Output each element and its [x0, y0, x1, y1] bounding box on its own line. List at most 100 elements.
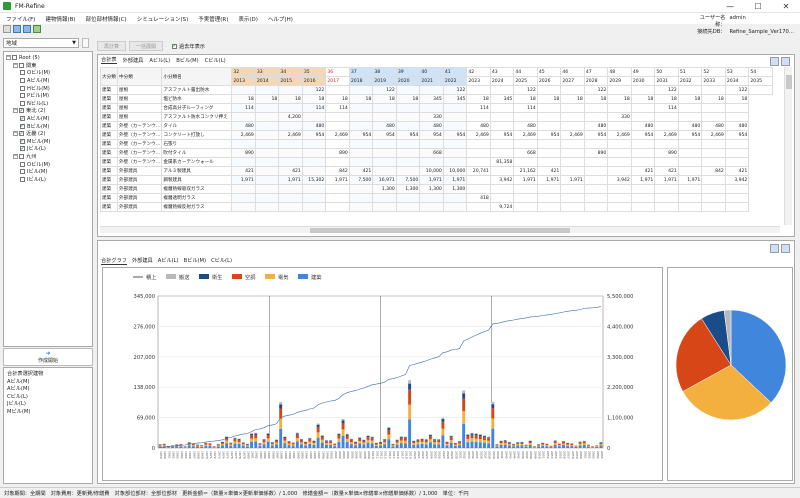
table-cell[interactable]: 330 [419, 112, 444, 122]
table-row[interactable]: 建築 外部建具 鋼製建具 1,971 1,971 15,302 1,971 7,500 16,9… [100, 175, 773, 185]
table-cell[interactable]: 18 [677, 94, 703, 104]
tree-node[interactable]: Pビル(M) [6, 92, 90, 100]
table-cell[interactable]: 122 [583, 85, 609, 95]
tree-node[interactable]: Iビル(M) [6, 168, 90, 176]
table-cell[interactable] [654, 193, 679, 203]
table-cell[interactable] [395, 148, 421, 158]
table-cell[interactable] [301, 202, 327, 212]
table-cell[interactable]: 10,000 [419, 166, 444, 176]
table-cell[interactable] [701, 85, 726, 95]
tree-node[interactable]: Oビル(M) [6, 160, 90, 168]
table-cell[interactable] [513, 193, 538, 203]
table-cell[interactable]: 890 [654, 148, 679, 158]
table-row[interactable]: 建築 外壁（カーテンウ… 石張り [100, 139, 773, 149]
table-cell[interactable] [231, 184, 256, 194]
table-cell[interactable] [583, 103, 609, 113]
table-cell[interactable] [677, 157, 703, 167]
table-cell[interactable] [654, 139, 679, 149]
table-cell[interactable] [395, 166, 421, 176]
grid-settings-icon[interactable] [770, 57, 779, 66]
table-cell[interactable]: 2,469 [607, 130, 632, 140]
table-cell[interactable]: 418 [466, 193, 491, 203]
checkbox-icon[interactable] [20, 70, 25, 76]
table-cell[interactable]: 954 [489, 130, 515, 140]
table-cell[interactable] [301, 157, 327, 167]
table-cell[interactable]: 18 [724, 94, 750, 104]
table-cell[interactable]: 1,971 [677, 175, 703, 185]
table-cell[interactable] [560, 112, 585, 122]
table-cell[interactable]: 18 [513, 94, 538, 104]
table-cell[interactable] [489, 148, 515, 158]
table-cell[interactable]: 複層熱線反射ガラス [161, 202, 233, 212]
table-cell[interactable] [701, 112, 726, 122]
table-cell[interactable]: 122 [513, 85, 538, 95]
table-view-icon[interactable] [13, 25, 21, 33]
table-cell[interactable]: 建築 [100, 157, 118, 167]
table-cell[interactable]: 421 [536, 166, 562, 176]
table-cell[interactable]: 屋根 [116, 85, 163, 95]
table-cell[interactable]: 21,162 [513, 166, 538, 176]
table-cell[interactable] [583, 157, 609, 167]
table-cell[interactable] [442, 193, 468, 203]
table-cell[interactable] [231, 202, 256, 212]
table-cell[interactable] [701, 184, 726, 194]
table-cell[interactable] [254, 121, 280, 131]
table-cell[interactable] [560, 157, 585, 167]
table-cell[interactable] [607, 139, 632, 149]
table-cell[interactable]: 建築 [100, 148, 118, 158]
table-cell[interactable] [348, 85, 374, 95]
chart-export-icon[interactable] [781, 244, 790, 253]
table-cell[interactable] [395, 85, 421, 95]
table-cell[interactable]: 480 [231, 121, 256, 131]
table-cell[interactable] [630, 157, 656, 167]
grid-export-icon[interactable] [781, 57, 790, 66]
checkbox-checked-icon[interactable]: ✓ [19, 108, 24, 114]
table-cell[interactable]: 外壁（カーテンウ… [116, 148, 163, 158]
table-cell[interactable] [677, 193, 703, 203]
tree-node[interactable]: Oビル(M) [6, 69, 90, 77]
table-cell[interactable]: 668 [419, 148, 444, 158]
table-cell[interactable]: 122 [654, 85, 679, 95]
table-cell[interactable] [395, 193, 421, 203]
table-cell[interactable] [372, 139, 397, 149]
table-cell[interactable]: 480 [630, 121, 656, 131]
table-cell[interactable]: 3,942 [489, 175, 515, 185]
table-cell[interactable] [607, 148, 632, 158]
table-cell[interactable] [630, 112, 656, 122]
table-cell[interactable]: 2,469 [654, 130, 679, 140]
table-cell[interactable]: 3,942 [607, 175, 632, 185]
table-cell[interactable]: 1,971 [560, 175, 585, 185]
table-cell[interactable] [372, 202, 397, 212]
table-cell[interactable]: 屋根 [116, 103, 163, 113]
table-cell[interactable]: 480 [701, 121, 726, 131]
table-cell[interactable] [466, 85, 491, 95]
table-row[interactable]: 建築 屋根 アスファルト防水コンクリ押え 4,200 330 330 [100, 112, 773, 122]
table-cell[interactable] [513, 202, 538, 212]
table-cell[interactable] [724, 184, 750, 194]
table-cell[interactable]: アルミ製建具 [161, 166, 233, 176]
menu-item-3[interactable]: シミュレーション(S) [137, 15, 189, 23]
table-cell[interactable] [630, 103, 656, 113]
table-cell[interactable] [654, 184, 679, 194]
table-cell[interactable]: 16,971 [372, 175, 397, 185]
table-cell[interactable] [348, 112, 374, 122]
table-cell[interactable]: 1,971 [513, 175, 538, 185]
table-cell[interactable] [630, 139, 656, 149]
checkbox-checked-icon[interactable]: ✓ [20, 123, 25, 129]
table-cell[interactable]: 954 [372, 130, 397, 140]
table-cell[interactable] [325, 184, 350, 194]
table-cell[interactable]: 480 [513, 121, 538, 131]
table-cell[interactable]: 1,971 [231, 175, 256, 185]
table-cell[interactable] [442, 157, 468, 167]
table-cell[interactable] [419, 103, 444, 113]
table-cell[interactable]: 114 [466, 103, 491, 113]
tree-node[interactable]: − ✓ 東北 (2) [6, 107, 90, 115]
table-cell[interactable]: 114 [231, 103, 256, 113]
collapse-icon[interactable]: − [6, 55, 11, 61]
table-cell[interactable]: 建築 [100, 202, 118, 212]
table-cell[interactable] [536, 139, 562, 149]
table-cell[interactable] [536, 202, 562, 212]
table-cell[interactable] [583, 184, 609, 194]
table-cell[interactable] [607, 157, 632, 167]
chart-tab[interactable]: Aビル(L) [158, 257, 179, 265]
